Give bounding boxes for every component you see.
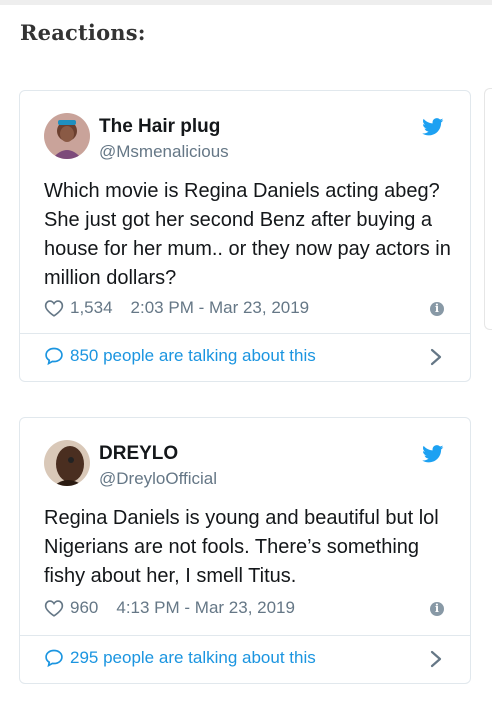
heart-icon[interactable] (44, 299, 64, 317)
tweet-text: Regina Daniels is young and beautiful bu… (44, 507, 439, 587)
talking-label[interactable]: 295 people are talking about this (70, 648, 316, 668)
author-name[interactable]: The Hair plug (99, 116, 220, 138)
talking-label[interactable]: 850 people are talking about this (70, 346, 316, 366)
scroll-edge (484, 88, 492, 330)
timestamp[interactable]: 4:13 PM - Mar 23, 2019 (116, 598, 295, 618)
speech-bubble-icon (45, 347, 63, 366)
chevron-right-icon[interactable] (430, 650, 442, 668)
tweet-card[interactable]: DREYLO @DreyloOfficial Regina Daniels is… (19, 417, 471, 684)
talking-link[interactable]: 295 people are talking about this (44, 648, 316, 668)
heart-icon[interactable] (44, 599, 64, 617)
speech-bubble-icon (45, 649, 63, 668)
author-handle[interactable]: @Msmenalicious (99, 142, 229, 162)
talking-link[interactable]: 850 people are talking about this (44, 346, 316, 366)
chevron-right-icon[interactable] (430, 348, 442, 366)
info-icon[interactable]: i (430, 602, 444, 616)
author-name[interactable]: DREYLO (99, 443, 178, 465)
top-divider (0, 0, 492, 5)
reactions-heading: Reactions: (20, 20, 146, 45)
like-count: 960 (70, 598, 99, 617)
divider (20, 333, 470, 334)
divider (20, 635, 470, 636)
tweet-card[interactable]: The Hair plug @Msmenalicious Which movie… (19, 90, 471, 382)
tweet-meta: 960 4:13 PM - Mar 23, 2019 (44, 598, 295, 618)
tweet-text: Which movie is Regina Daniels acting abe… (44, 180, 451, 289)
avatar[interactable] (44, 440, 90, 486)
timestamp[interactable]: 2:03 PM - Mar 23, 2019 (131, 298, 310, 318)
twitter-bird-icon[interactable] (422, 118, 444, 136)
twitter-bird-icon[interactable] (422, 445, 444, 463)
like-count: 1,534 (70, 298, 113, 317)
author-handle[interactable]: @DreyloOfficial (99, 469, 217, 489)
avatar[interactable] (44, 113, 90, 159)
tweet-meta: 1,534 2:03 PM - Mar 23, 2019 (44, 298, 309, 318)
info-icon[interactable]: i (430, 302, 444, 316)
